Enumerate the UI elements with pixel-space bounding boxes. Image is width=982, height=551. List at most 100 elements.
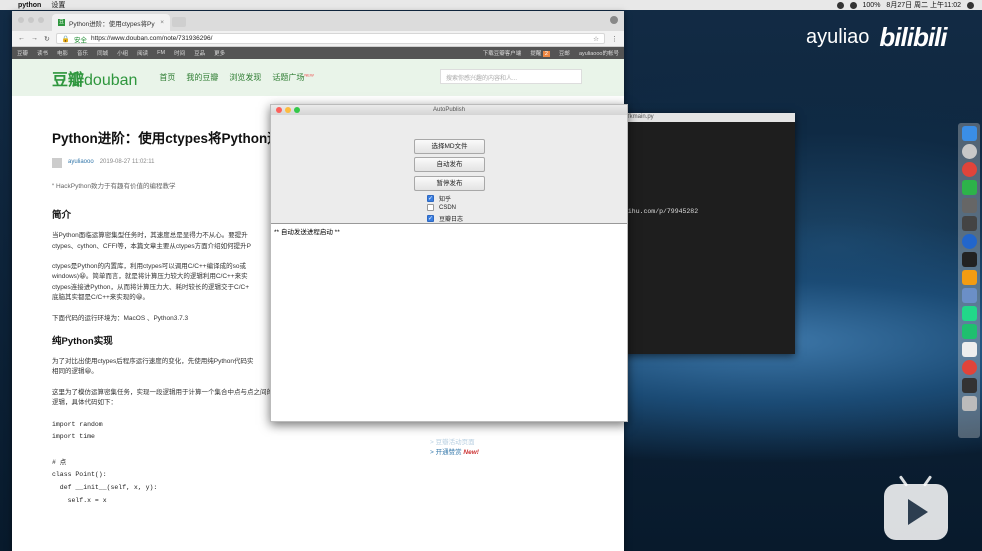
douban-nav: 首页 我的豆瓣 浏览发现 话题广场NEW bbox=[159, 72, 313, 83]
watermark-user: ayuliao bbox=[806, 26, 870, 48]
notifications-label: 提醒 bbox=[530, 51, 542, 57]
chrome-canary-icon[interactable] bbox=[961, 360, 977, 375]
system-preferences-icon[interactable] bbox=[961, 198, 977, 213]
document-icon[interactable] bbox=[961, 342, 977, 357]
quicktime-icon[interactable] bbox=[961, 234, 977, 249]
checkbox-unchecked-icon[interactable] bbox=[427, 204, 434, 211]
chrome-icon[interactable] bbox=[961, 162, 977, 177]
close-window-icon[interactable] bbox=[276, 107, 282, 113]
tab-douban-note[interactable]: 豆 Python进阶：使用ctypes将Py × bbox=[52, 14, 170, 31]
mail-link[interactable]: 豆邮 bbox=[559, 49, 570, 57]
sidebar-link-reward[interactable]: > 开通赞赏 New! bbox=[430, 446, 479, 456]
auto-publish-button[interactable]: 自动发布 bbox=[414, 157, 485, 172]
bilibili-play-icon bbox=[884, 475, 948, 540]
menubar-settings[interactable]: 设置 bbox=[51, 0, 65, 10]
quote-text: HackPython致力于有趣有价值的编程教学 bbox=[55, 182, 176, 190]
nav-book[interactable]: 读书 bbox=[37, 49, 48, 57]
sublime-icon[interactable] bbox=[961, 270, 977, 285]
code-line: class Point(): bbox=[52, 471, 107, 479]
account-link[interactable]: ayuliaooo的帐号 bbox=[579, 49, 619, 57]
address-bar: ← → ↻ 🔒 安全 https://www.douban.com/note/7… bbox=[12, 31, 624, 47]
code-block: import random import time # 点 class Point(… bbox=[52, 419, 412, 508]
new-tab-button[interactable] bbox=[172, 17, 186, 27]
checkbox-csdn[interactable]: CSDN bbox=[427, 204, 456, 211]
battery-percentage[interactable]: 100% bbox=[863, 2, 881, 9]
nav-douban[interactable]: 豆瓣 bbox=[17, 49, 28, 57]
desktop: python 设置 100% 8月27日 周二 上午11:02 豆 Python… bbox=[0, 0, 982, 551]
back-icon[interactable]: ← bbox=[18, 35, 25, 42]
spotlight-icon[interactable] bbox=[967, 1, 974, 9]
pycharm-icon[interactable] bbox=[961, 306, 977, 321]
author-avatar[interactable] bbox=[52, 157, 62, 168]
profile-icon[interactable] bbox=[610, 16, 618, 24]
checkbox-checked-icon[interactable]: ✓ bbox=[427, 195, 434, 202]
checkbox-zhihu[interactable]: ✓ 知乎 bbox=[427, 194, 451, 203]
bookmark-star-icon[interactable]: ☆ bbox=[593, 35, 599, 43]
nav-my-douban[interactable]: 我的豆瓣 bbox=[186, 72, 218, 83]
terminal-output: hihu.com/p/79945282 bbox=[624, 208, 699, 215]
select-md-file-button[interactable]: 选择MD文件 bbox=[414, 139, 485, 154]
trash-icon[interactable] bbox=[961, 396, 977, 411]
sidebar-links: > 豆瓣活动页面 > 开通赞赏 New! bbox=[430, 436, 479, 456]
close-tab-icon[interactable]: × bbox=[160, 19, 164, 26]
publish-date: 2019-08-27 11:02:11 bbox=[99, 158, 155, 165]
lock-icon: 🔒 bbox=[61, 35, 70, 43]
log-output[interactable]: ** 自动发送进程启动 ** bbox=[271, 223, 627, 421]
autopublish-titlebar: AutoPublish bbox=[271, 105, 627, 115]
download-client-link[interactable]: 下载豆瓣客户端 bbox=[483, 49, 522, 57]
nav-topics[interactable]: 话题广场NEW bbox=[272, 72, 313, 83]
nav-market[interactable]: 豆品 bbox=[194, 49, 205, 57]
forward-icon[interactable]: → bbox=[31, 35, 38, 42]
nav-time[interactable]: 时间 bbox=[174, 49, 185, 57]
new-tag: New! bbox=[463, 449, 479, 456]
nav-group[interactable]: 小组 bbox=[117, 49, 128, 57]
launchpad-icon[interactable] bbox=[961, 144, 977, 159]
bluetooth-icon[interactable] bbox=[849, 1, 857, 9]
nav-home[interactable]: 首页 bbox=[159, 72, 175, 83]
pause-publish-button[interactable]: 暂停发布 bbox=[414, 176, 485, 191]
notifications-link[interactable]: 提醒 2 bbox=[530, 49, 550, 57]
nav-local[interactable]: 同城 bbox=[97, 49, 108, 57]
logo-cn: 豆瓣 bbox=[52, 71, 85, 89]
checkbox-csdn-label: CSDN bbox=[439, 204, 457, 211]
douban-global-nav: 豆瓣 读书 电影 音乐 同城 小组 阅读 FM 时间 豆品 更多 下载豆瓣客户端… bbox=[12, 47, 624, 59]
screenshot-icon[interactable] bbox=[961, 216, 977, 231]
nav-read[interactable]: 阅读 bbox=[137, 49, 148, 57]
sidebar-link-activity[interactable]: > 豆瓣活动页面 bbox=[430, 436, 479, 446]
nav-explore[interactable]: 浏览发现 bbox=[229, 72, 261, 83]
url-input[interactable]: 🔒 安全 https://www.douban.com/note/7319362… bbox=[55, 33, 605, 44]
wifi-icon[interactable] bbox=[836, 1, 844, 9]
monitor-icon[interactable] bbox=[961, 378, 977, 393]
sidebar-link-reward-label: > 开通赞赏 bbox=[430, 449, 462, 456]
checkbox-checked-icon[interactable]: ✓ bbox=[427, 215, 434, 222]
douban-search-input[interactable]: 搜索你感兴趣的内容和人... bbox=[440, 69, 582, 84]
minimize-window-icon[interactable] bbox=[28, 17, 34, 23]
autopublish-title: AutoPublish bbox=[432, 107, 466, 113]
app-icon[interactable] bbox=[961, 324, 977, 339]
nav-movie[interactable]: 电影 bbox=[57, 49, 68, 57]
wechat-icon[interactable] bbox=[961, 180, 977, 195]
nav-music[interactable]: 音乐 bbox=[77, 49, 88, 57]
terminal-icon[interactable] bbox=[961, 252, 977, 267]
checkbox-douban-diary[interactable]: ✓ 豆瓣日志 bbox=[427, 214, 463, 223]
zoom-window-icon[interactable] bbox=[38, 17, 44, 23]
clock[interactable]: 8月27日 周二 上午11:02 bbox=[886, 0, 961, 10]
bilibili-logo: bilibili bbox=[879, 22, 947, 52]
preview-icon[interactable] bbox=[961, 288, 977, 303]
autopublish-window-controls bbox=[276, 107, 300, 113]
author-name[interactable]: ayuliaooo bbox=[68, 158, 94, 168]
finder-icon[interactable] bbox=[961, 126, 977, 141]
close-window-icon[interactable] bbox=[18, 17, 24, 23]
tab-title: Python进阶：使用ctypes将Py bbox=[69, 20, 155, 28]
nav-topics-label: 话题广场 bbox=[272, 73, 305, 82]
code-line: self.x = x bbox=[52, 496, 107, 504]
zoom-window-icon[interactable] bbox=[294, 107, 300, 113]
douban-logo[interactable]: 豆瓣douban bbox=[52, 66, 137, 90]
menubar-app-name[interactable]: python bbox=[18, 2, 41, 9]
dock bbox=[958, 123, 980, 438]
nav-more[interactable]: 更多 bbox=[214, 49, 225, 57]
nav-fm[interactable]: FM bbox=[157, 50, 165, 56]
minimize-window-icon[interactable] bbox=[285, 107, 291, 113]
reload-icon[interactable]: ↻ bbox=[44, 35, 50, 43]
menu-dots-icon[interactable]: ⋮ bbox=[611, 35, 618, 43]
